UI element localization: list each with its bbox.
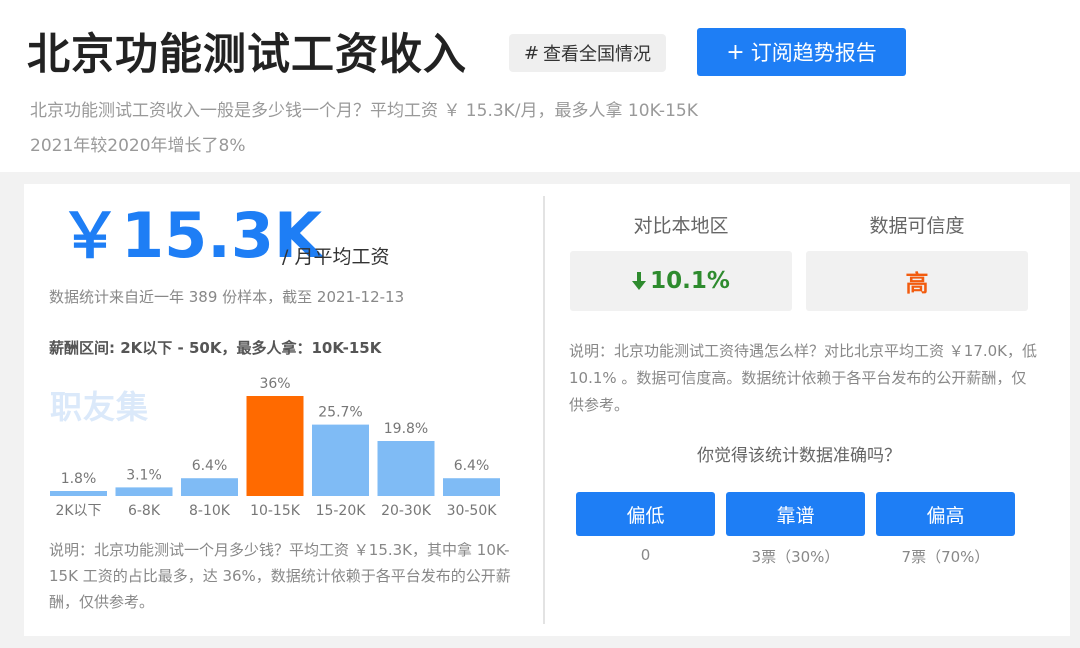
- salary-range: 薪酬区间: 2K以下 - 50K，最多人拿：10K-15K: [49, 339, 382, 357]
- bar-value-label-0: 1.8%: [61, 471, 97, 487]
- bar-category-label-1: 6-8K: [128, 503, 161, 519]
- page-title: 北京功能测试工资收入: [27, 30, 467, 80]
- salary-description: 北京功能测试工资收入一般是多少钱一个月？平均工资 ￥ 15.3K/月，最多人拿 …: [30, 101, 698, 121]
- bar-0: [50, 491, 107, 496]
- bar-value-label-6: 6.4%: [454, 458, 490, 474]
- comparison-note: 说明：北京功能测试工资待遇怎么样？对比北京平均工资 ￥17.0K，低 10.1%…: [569, 342, 1038, 414]
- header: 北京功能测试工资收入 # 查看全国情况 + 订阅趋势报告 北京功能测试工资收入一…: [0, 0, 1080, 172]
- bar-category-label-4: 15-20K: [316, 503, 367, 519]
- bar-2: [181, 478, 238, 496]
- salary-distribution-svg: 1.8% 2K以下 3.1% 6-8K 6.4% 8-10K 36% 10-15K 25.7% 1…: [50, 376, 500, 519]
- vote-high-count: 7票（70%）: [901, 548, 990, 566]
- salary-note: 说明：北京功能测试一个月多少钱？平均工资 ￥15.3K，其中拿 10K-15K …: [49, 541, 511, 611]
- vote-reliable-button[interactable]: 靠谱: [726, 492, 865, 536]
- accuracy-question: 你觉得该统计数据准确吗？: [697, 446, 901, 466]
- view-national-button[interactable]: # 查看全国情况: [509, 34, 666, 72]
- bar-value-label-5: 19.8%: [384, 421, 428, 437]
- growth-description: 2021年较2020年增长了8%: [30, 136, 246, 156]
- average-salary-unit: / 月平均工资: [282, 246, 390, 268]
- arrow-down-icon: [632, 272, 647, 290]
- bar-value-label-4: 25.7%: [318, 405, 362, 421]
- credibility-box: 高: [806, 251, 1028, 311]
- plus-icon: +: [726, 39, 745, 65]
- bar-value-label-3: 36%: [259, 376, 290, 392]
- bar-5: [377, 441, 435, 496]
- bar-4: [312, 424, 369, 496]
- credibility-value: 高: [905, 271, 929, 297]
- region-compare-box: 10.1%: [570, 251, 792, 311]
- bar-category-label-3: 10-15K: [250, 503, 301, 519]
- region-compare-label: 对比本地区: [633, 215, 729, 237]
- salary-distribution-chart: 1.8% 2K以下 3.1% 6-8K 6.4% 8-10K 36% 10-15K 25.7% 1…: [40, 368, 510, 528]
- region-compare-value: 10.1%: [650, 268, 730, 294]
- credibility-label: 数据可信度: [869, 215, 965, 237]
- bar-category-label-6: 30-50K: [447, 503, 498, 519]
- bar-1: [115, 487, 173, 496]
- subscribe-report-button[interactable]: + 订阅趋势报告: [697, 28, 906, 76]
- bar-category-label-0: 2K以下: [55, 503, 101, 519]
- hash-icon: #: [523, 42, 540, 64]
- vote-low-count: 0: [640, 546, 651, 564]
- card-divider: [543, 196, 545, 624]
- view-national-label: 查看全国情况: [543, 44, 652, 65]
- bar-category-label-2: 8-10K: [189, 503, 231, 519]
- bar-6: [443, 478, 500, 496]
- vote-low-button[interactable]: 偏低: [576, 492, 715, 536]
- bar-3: [246, 396, 304, 496]
- vote-reliable-count: 3票（30%）: [751, 548, 840, 566]
- vote-high-button[interactable]: 偏高: [876, 492, 1015, 536]
- sample-info: 数据统计来自近一年 389 份样本，截至 2021-12-13: [49, 288, 405, 306]
- subscribe-report-label: 订阅趋势报告: [750, 41, 877, 65]
- bar-value-label-1: 3.1%: [126, 467, 162, 483]
- bar-value-label-2: 6.4%: [192, 458, 228, 474]
- bar-category-label-5: 20-30K: [381, 503, 432, 519]
